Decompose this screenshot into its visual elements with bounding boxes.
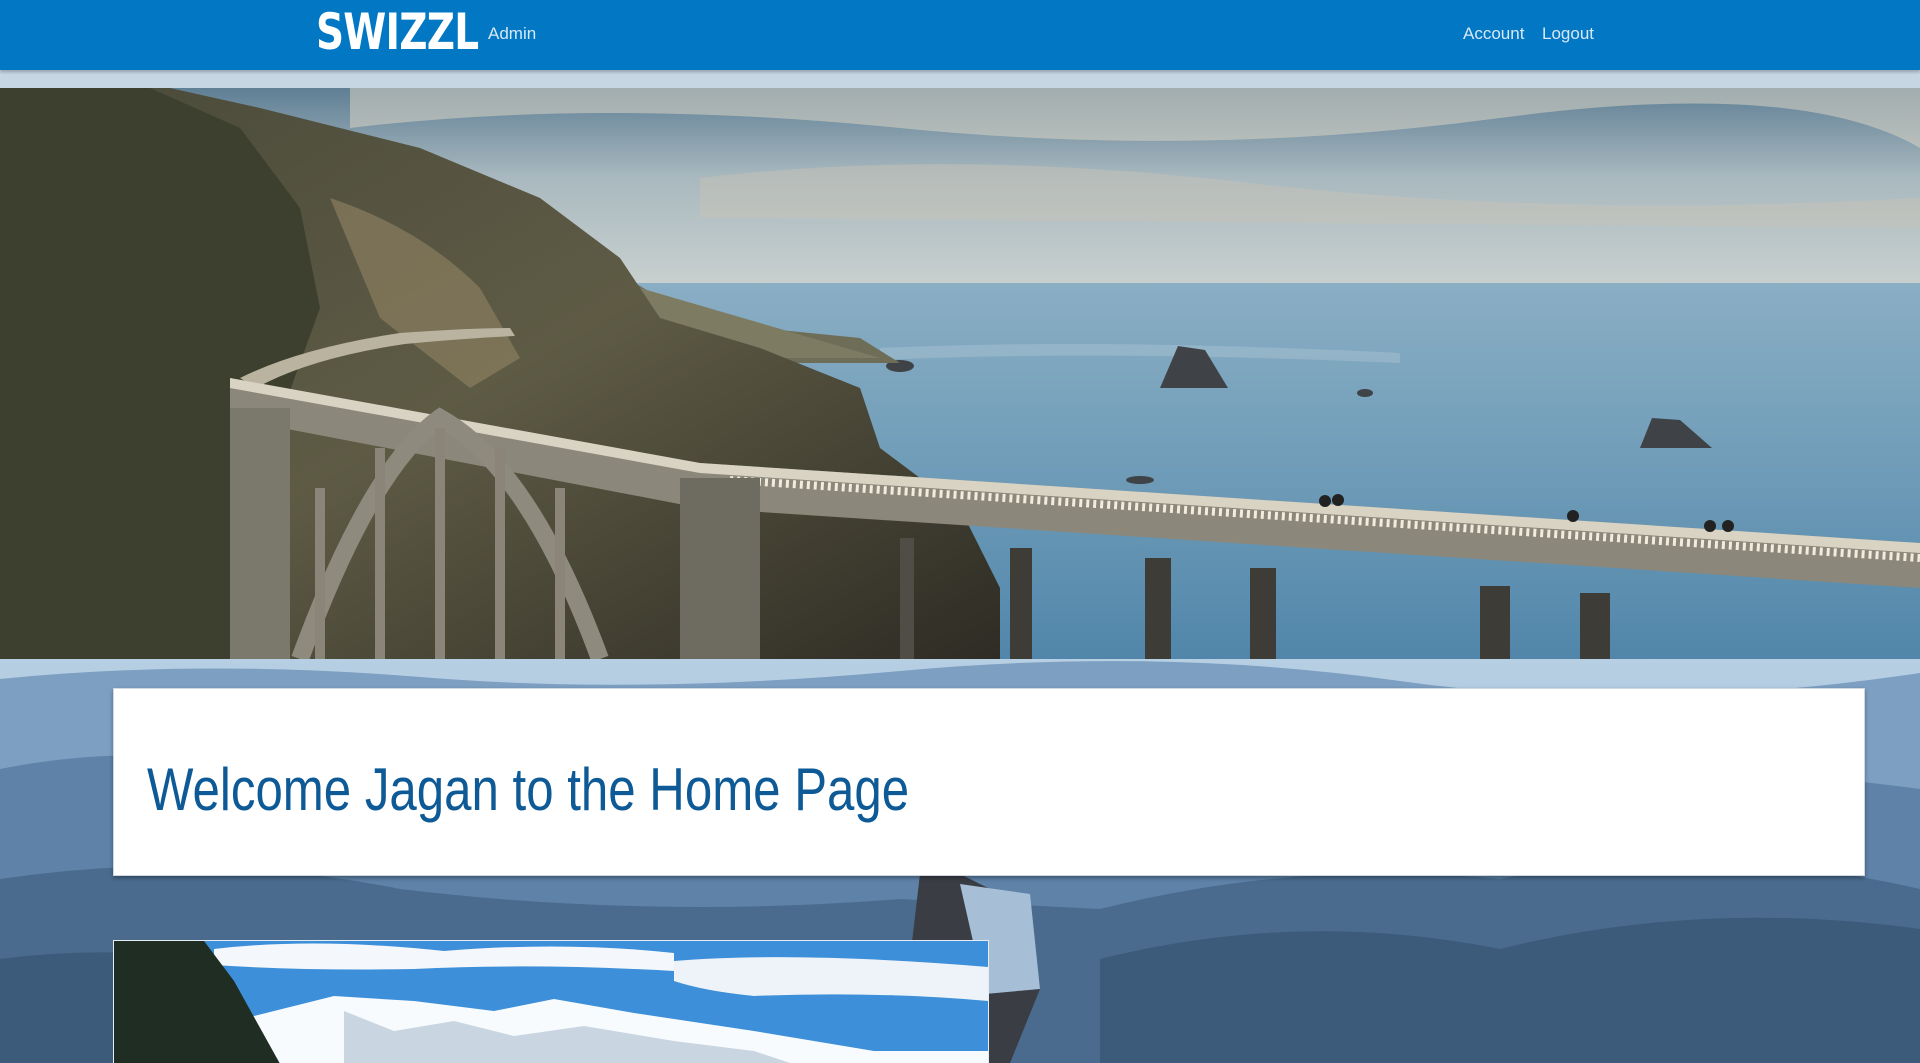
feature-image-card[interactable] [113,940,989,1063]
nav-link-admin[interactable]: Admin [488,24,536,44]
snowy-mountain-photo [114,941,988,1063]
nav-link-account[interactable]: Account [1463,24,1524,44]
hero-banner [0,88,1920,659]
navbar-shadow-strip [0,70,1920,88]
welcome-panel: Welcome Jagan to the Home Page [113,688,1865,876]
nav-link-logout[interactable]: Logout [1542,24,1594,44]
brand-logo[interactable]: SWIZZL [316,2,479,62]
page-title: Welcome Jagan to the Home Page [147,756,910,823]
top-navbar: SWIZZL Admin Account Logout [0,0,1920,70]
coastal-bridge-photo [0,88,1920,659]
